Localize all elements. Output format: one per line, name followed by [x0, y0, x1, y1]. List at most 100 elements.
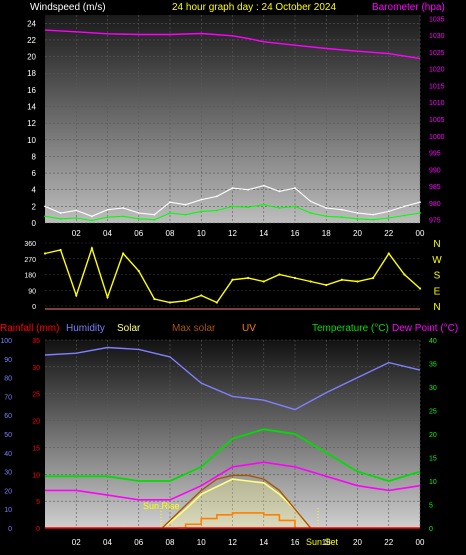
wind-gust-point — [419, 201, 421, 204]
temperature-tick-label: 30 — [429, 385, 437, 392]
direction-axis: 0 90 180 270 360 — [24, 241, 36, 311]
rainfall-axis: 0 5 10 15 20 25 30 35 — [32, 338, 40, 533]
legend-dew-point: Dew Point (°C) — [392, 323, 458, 334]
direction-point — [356, 280, 359, 283]
direction-point — [137, 269, 140, 273]
wind-average-point — [419, 212, 421, 214]
direction-point — [372, 276, 375, 280]
header-barometer-label: Barometer (hpa) — [372, 2, 445, 13]
barometer-tick-label: 990 — [429, 167, 441, 174]
wind-gust-point — [169, 201, 171, 204]
rainfall-tick-label: 10 — [32, 472, 40, 479]
wind-gust-point — [200, 198, 203, 201]
direction-point — [75, 294, 78, 297]
temperature-axis: 0 5 10 15 20 25 30 35 40 — [429, 338, 437, 533]
direction-point — [122, 252, 125, 255]
barometer-tick-label: 995 — [429, 151, 441, 158]
wind-speed-tick-label: 10 — [27, 136, 36, 145]
climate-x-tick-label: 20 — [353, 538, 362, 547]
wind-gust-point — [59, 212, 62, 214]
wind-gust-point — [90, 215, 93, 218]
wind-speed-tick-label: 4 — [32, 186, 37, 195]
legend-temperature: Temperature (°C) — [312, 323, 389, 334]
direction-point — [43, 252, 47, 255]
header-windspeed-label: Windspeed (m/s) — [30, 2, 106, 13]
climate-panel-x-axis: 02 04 06 08 10 12 14 16 18 20 22 00 — [72, 538, 425, 547]
wind-x-tick-label: 16 — [291, 229, 300, 238]
humidity-tick-label: 80 — [4, 376, 12, 383]
rainfall-tick-label: 25 — [32, 392, 40, 399]
wind-average-point — [356, 217, 359, 220]
climate-x-tick-label: 06 — [134, 538, 143, 547]
direction-point — [403, 273, 406, 276]
wind-speed-tick-label: 12 — [27, 119, 36, 128]
barometer-tick-label: 1030 — [429, 33, 445, 40]
direction-tick-label: 90 — [28, 288, 36, 295]
wind-x-tick-label: 10 — [197, 229, 206, 238]
wind-speed-tick-label: 18 — [27, 69, 36, 78]
temperature-tick-label: 15 — [429, 456, 437, 463]
direction-point — [59, 248, 62, 252]
wind-gust-point — [387, 210, 390, 213]
rainfall-tick-label: 20 — [32, 419, 40, 426]
wind-average-point — [44, 215, 46, 218]
temperature-tick-label: 5 — [429, 503, 433, 510]
humidity-tick-label: 40 — [4, 451, 12, 458]
barometer-tick-label: 975 — [429, 218, 441, 225]
direction-point — [168, 301, 172, 304]
wind-speed-tick-label: 6 — [32, 169, 37, 178]
wind-average-point — [387, 217, 390, 219]
barometer-tick-label: 1025 — [429, 50, 445, 57]
wind-average-point — [169, 212, 171, 214]
humidity-tick-label: 90 — [4, 357, 12, 364]
wind-gust-point — [294, 187, 296, 189]
barometer-tick-label: 980 — [429, 201, 441, 208]
barometer-tick-label: 1010 — [429, 100, 445, 107]
barometer-tick-label: 1015 — [429, 83, 445, 90]
barometer-tick-label: 1005 — [429, 117, 445, 124]
wind-average-point — [90, 219, 93, 222]
wind-speed-tick-label: 20 — [27, 53, 36, 62]
wind-average-point — [262, 203, 265, 206]
wind-gust-point — [403, 205, 406, 208]
wind-x-tick-label: 08 — [166, 229, 175, 238]
wind-gust-point — [278, 190, 281, 193]
temperature-tick-label: 40 — [429, 338, 437, 345]
humidity-tick-label: 20 — [4, 488, 12, 495]
direction-point — [340, 278, 343, 281]
rainfall-tick-label: 35 — [32, 338, 40, 345]
direction-point — [106, 296, 109, 299]
wind-speed-tick-label: 16 — [27, 86, 36, 95]
direction-tick-label: 270 — [24, 257, 36, 264]
direction-point — [309, 280, 312, 283]
humidity-tick-label: 60 — [4, 413, 12, 420]
wind-average-point — [340, 216, 343, 219]
wind-average-point — [294, 205, 296, 208]
rainfall-tick-label: 15 — [32, 445, 40, 452]
wind-x-tick-label: 18 — [322, 229, 331, 238]
wind-x-tick-label: 04 — [103, 229, 112, 238]
direction-point — [90, 247, 93, 250]
direction-tick-label: 180 — [24, 273, 36, 280]
compass-label: W — [432, 255, 442, 266]
direction-point — [184, 299, 187, 302]
humidity-tick-label: 10 — [4, 507, 12, 514]
legend-solar: Solar — [117, 323, 141, 334]
barometer-tick-label: 1020 — [429, 67, 445, 74]
climate-x-tick-label: 08 — [166, 538, 175, 547]
wind-average-point — [247, 206, 250, 209]
direction-point — [325, 283, 328, 287]
humidity-tick-label: 50 — [4, 432, 12, 439]
climate-x-tick-label: 10 — [197, 538, 206, 547]
wind-x-tick-label: 00 — [416, 229, 425, 238]
wind-x-tick-label: 22 — [384, 229, 393, 238]
direction-point — [278, 273, 281, 276]
direction-point — [387, 252, 390, 255]
wind-gust-point — [372, 213, 375, 216]
wind-gust-point — [231, 187, 234, 189]
wind-average-point — [325, 215, 328, 218]
wind-gust-point — [356, 212, 359, 214]
wind-gust-point — [122, 207, 125, 209]
compass-axis: NWSEN — [432, 239, 442, 313]
humidity-tick-label: 30 — [4, 470, 12, 477]
